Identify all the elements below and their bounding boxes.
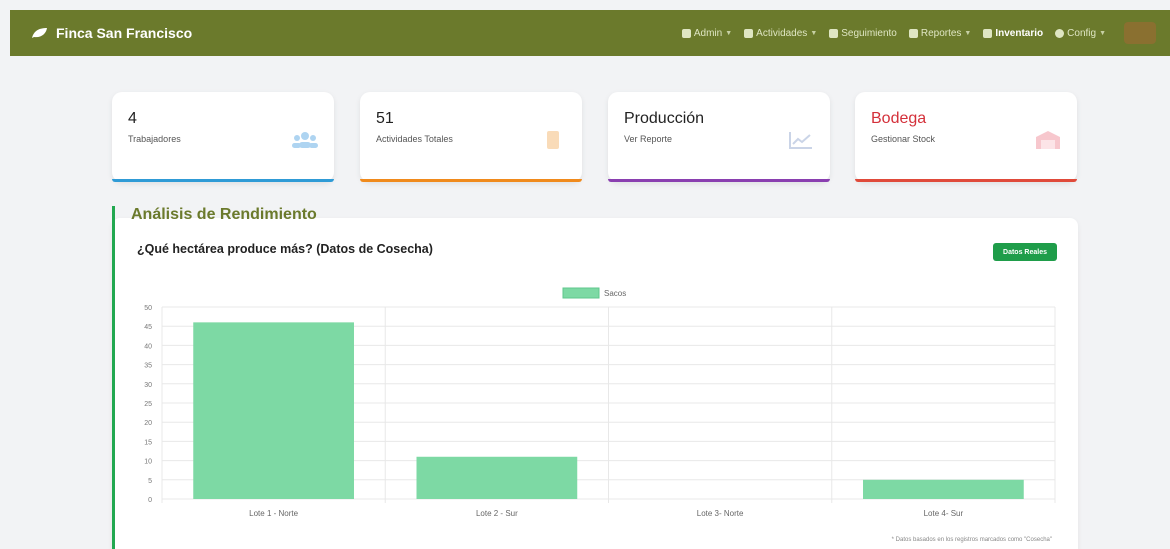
x-tick-label: Lote 3- Norte — [697, 509, 744, 518]
gear-icon — [1055, 28, 1065, 38]
nav-reportes-label: Reportes — [920, 27, 962, 39]
card-label: Ver Reporte — [624, 134, 673, 144]
leaf-icon — [32, 28, 47, 38]
file-icon — [908, 28, 918, 38]
card-actividades[interactable]: 51 Actividades Totales — [360, 92, 582, 182]
card-label: Gestionar Stock — [871, 134, 936, 144]
legend-swatch — [562, 287, 600, 299]
section-accent-line — [112, 206, 115, 549]
card-accent-bar — [608, 179, 830, 182]
harvest-bar-chart: Sacos 0 5 10 15 20 25 30 35 40 45 50 Lote 1 - Norte L… — [144, 287, 1056, 518]
chevron-down-icon: ▼ — [964, 29, 972, 37]
chart-title: ¿Qué hectárea produce más? (Datos de Cos… — [137, 242, 433, 256]
bar-2 — [416, 456, 578, 499]
card-label: Actividades Totales — [376, 134, 453, 144]
y-tick-label: 20 — [144, 420, 152, 427]
x-tick-label: Lote 2 - Sur — [476, 509, 518, 518]
card-trabajadores[interactable]: 4 Trabajadores — [112, 92, 334, 182]
chevron-down-icon: ▼ — [1099, 29, 1106, 37]
users-icon — [292, 132, 318, 148]
nav-inventario-label: Inventario — [995, 27, 1044, 39]
bar-4 — [863, 479, 1024, 499]
nav-config[interactable]: Config ▼ — [1055, 28, 1106, 39]
real-data-badge: Datos Reales — [993, 243, 1057, 261]
y-tick-label: 5 — [148, 478, 152, 485]
nav-seguimiento-label: Seguimiento — [841, 27, 897, 39]
y-tick-label: 15 — [144, 439, 152, 446]
nav-menu: Admin ▼ Actividades ▼ Seguimiento Report… — [681, 22, 1156, 44]
nav-actividades[interactable]: Actividades ▼ — [744, 28, 817, 39]
y-tick-label: 25 — [144, 401, 152, 408]
nav-seguimiento[interactable]: Seguimiento — [829, 28, 897, 39]
nav-admin-label: Admin — [693, 27, 723, 39]
nav-admin[interactable]: Admin ▼ — [681, 27, 733, 39]
y-tick-label: 40 — [144, 343, 152, 350]
y-tick-label: 0 — [148, 497, 152, 504]
chevron-down-icon: ▼ — [810, 29, 818, 37]
y-tick-label: 30 — [144, 382, 152, 389]
nav-inventario[interactable]: Inventario — [983, 28, 1043, 39]
y-tick-label: 10 — [144, 459, 152, 466]
top-navbar: Finca San Francisco Admin ▼ Actividades … — [10, 10, 1170, 56]
legend-label: Sacos — [604, 289, 626, 298]
boxes-icon — [983, 28, 993, 38]
card-accent-bar — [360, 179, 582, 182]
chart-footnote: * Datos basados en los registros marcado… — [891, 537, 1052, 543]
nav-reportes[interactable]: Reportes ▼ — [908, 27, 972, 39]
brand[interactable]: Finca San Francisco — [30, 25, 192, 41]
card-bodega[interactable]: Bodega Gestionar Stock — [855, 92, 1077, 182]
brand-name: Finca San Francisco — [56, 25, 193, 41]
card-value: Producción — [624, 110, 705, 127]
y-tick-label: 45 — [144, 324, 152, 331]
chevron-down-icon: ▼ — [725, 29, 733, 37]
card-produccion[interactable]: Producción Ver Reporte — [608, 92, 830, 182]
warehouse-icon — [1036, 131, 1060, 149]
section-title: Análisis de Rendimiento — [131, 206, 317, 223]
nav-actividades-label: Actividades — [756, 27, 808, 39]
y-tick-label: 35 — [144, 363, 152, 370]
x-tick-label: Lote 4- Sur — [924, 509, 964, 518]
x-tick-label: Lote 1 - Norte — [249, 509, 298, 518]
card-value: 4 — [128, 110, 137, 127]
chart-line-icon — [789, 132, 812, 149]
list-icon — [829, 28, 839, 38]
user-icon — [681, 28, 691, 38]
card-accent-bar — [112, 179, 334, 182]
y-tick-label: 50 — [144, 305, 152, 312]
card-value: Bodega — [871, 110, 927, 127]
clipboard-icon — [547, 131, 559, 149]
card-label: Trabajadores — [128, 134, 181, 144]
bar-1 — [193, 322, 354, 499]
card-value: 51 — [376, 110, 394, 127]
nav-config-label: Config — [1067, 27, 1097, 39]
user-avatar[interactable] — [1124, 22, 1156, 44]
check-icon — [744, 28, 754, 38]
card-accent-bar — [855, 179, 1077, 182]
